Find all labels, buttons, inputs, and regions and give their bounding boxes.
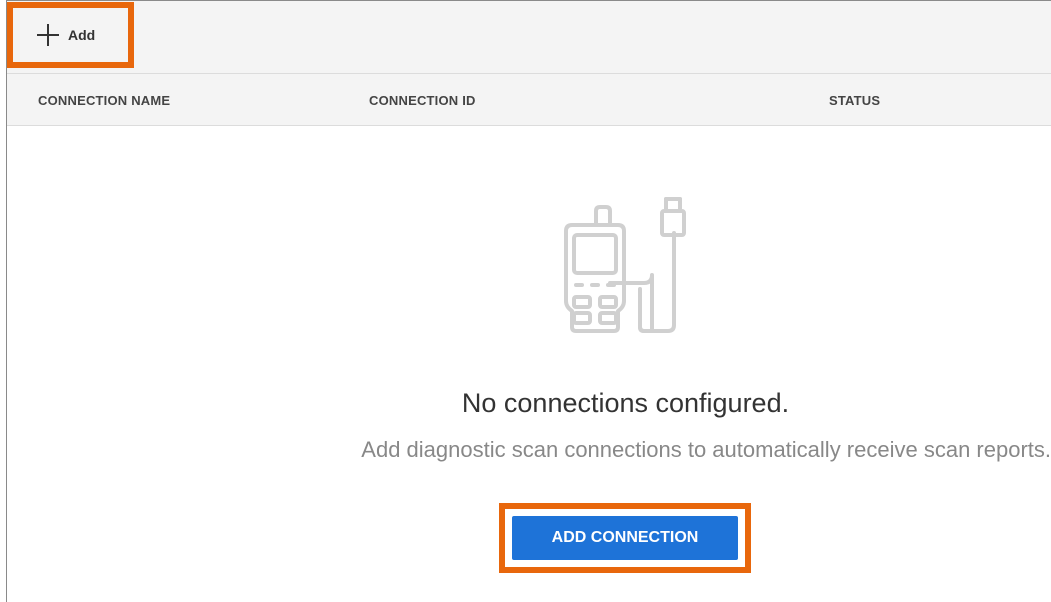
table-header: CONNECTION NAME CONNECTION ID STATUS [7, 74, 1051, 126]
empty-state-title: No connections configured. [461, 388, 790, 418]
column-header-status[interactable]: STATUS [829, 93, 880, 108]
add-button-label: Add [68, 27, 96, 43]
empty-state-subtitle: Add diagnostic scan connections to autom… [361, 437, 1051, 462]
column-header-connection-id[interactable]: CONNECTION ID [369, 93, 476, 108]
add-connection-highlight: ADD CONNECTION [499, 503, 751, 573]
scan-tool-icon [556, 193, 686, 334]
column-header-connection-name[interactable]: CONNECTION NAME [38, 93, 170, 108]
toolbar [7, 1, 1051, 74]
add-connection-button[interactable]: ADD CONNECTION [512, 516, 738, 560]
connections-panel: Add CONNECTION NAME CONNECTION ID STATUS [0, 0, 1051, 602]
plus-icon [37, 24, 59, 46]
add-button[interactable]: Add [7, 2, 134, 68]
